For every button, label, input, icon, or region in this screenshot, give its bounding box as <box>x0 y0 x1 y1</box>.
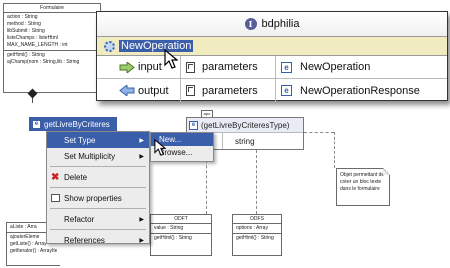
note-connector <box>334 132 335 168</box>
attribute: listeChamps : listeHtml <box>7 35 58 41</box>
attribute: value : String <box>154 225 184 231</box>
class-attributes: options : Array <box>233 224 281 234</box>
interface-popup[interactable]: I bdphilia NewOperation input parameters… <box>96 11 448 102</box>
attribute: action : String <box>7 14 38 20</box>
menu-item-show-properties[interactable]: Show properties <box>47 190 149 206</box>
menu-separator <box>50 229 146 230</box>
method: getIterator() : ArrayIterator <box>10 248 57 254</box>
menu-separator <box>50 208 146 209</box>
type-label: NewOperationResponse <box>300 84 420 97</box>
direction-label: output <box>138 84 169 97</box>
class-odfs[interactable]: ODFS options : Array getHtml() : String <box>232 214 282 256</box>
element-icon: e <box>281 85 292 96</box>
context-menu[interactable]: Set Type ▶ Set Multiplicity ▶ ✖ Delete S… <box>46 131 150 245</box>
direction-cell[interactable]: output <box>97 79 181 102</box>
popup-header: I bdphilia <box>97 12 447 36</box>
type-header-row: e (getLivreByCriteresType) <box>187 118 303 133</box>
menu-item-label: Delete <box>64 172 88 182</box>
submenu-arrow-icon: ▶ <box>139 153 144 160</box>
class-title: Formulaire <box>4 4 100 13</box>
type-cell[interactable]: e NewOperationResponse <box>276 79 447 102</box>
param-cell[interactable]: parameters <box>181 56 276 78</box>
element-name: getLivreByCriteres <box>44 119 110 129</box>
element-getlivrebycriteres[interactable]: e getLivreByCriteres <box>29 117 117 131</box>
menu-item-label: Set Multiplicity <box>64 151 116 161</box>
menu-item-refactor[interactable]: Refactor ▶ <box>47 211 149 227</box>
class-attributes: value : String <box>151 224 211 234</box>
param-label: parameters <box>202 61 258 73</box>
input-row[interactable]: input parameters e NewOperation <box>97 56 447 79</box>
connector-line <box>304 132 334 133</box>
menu-separator <box>50 187 146 188</box>
param-cell[interactable]: parameters <box>181 79 276 102</box>
element-icon: e <box>281 61 292 73</box>
menu-item-label: Set Type <box>64 135 96 145</box>
output-arrow-icon <box>119 85 135 96</box>
output-row[interactable]: output parameters e NewOperationResponse <box>97 79 447 102</box>
method: ajChamp(nom : String,lib : String <box>7 59 80 65</box>
class-formulaire[interactable]: Formulaire action : String method : Stri… <box>3 3 101 93</box>
method: getHtml() : String <box>236 235 274 241</box>
field-type: string <box>235 136 255 146</box>
direction-label: input <box>138 61 162 73</box>
menu-separator <box>50 166 146 167</box>
type-cell[interactable]: e NewOperation <box>276 56 447 78</box>
element-icon: e <box>189 120 198 130</box>
menu-item-label: References <box>64 235 105 245</box>
operation-gear-icon <box>104 40 115 52</box>
delete-icon: ✖ <box>51 171 60 183</box>
menu-item-set-type[interactable]: Set Type ▶ <box>47 132 149 148</box>
attribute: MAX_NAME_LENGTH : int <box>7 42 68 48</box>
diagram-note[interactable]: Objet permettant de créer un bloc texte … <box>336 168 390 206</box>
element-icon: e <box>32 119 41 129</box>
type-name: (getLivreByCriteresType) <box>201 120 290 130</box>
class-methods: getHtml() : String <box>233 234 281 243</box>
menu-item-label: Refactor <box>64 214 95 224</box>
class-odft[interactable]: ODFT value : String getHtml() : String <box>150 214 212 256</box>
inheritance-line <box>256 150 257 214</box>
menu-item-set-multiplicity[interactable]: Set Multiplicity ▶ <box>47 148 149 164</box>
note-text: Objet permettant de créer un bloc texte … <box>340 172 385 192</box>
class-methods: getHtml() : String <box>151 234 211 243</box>
mouse-cursor-icon <box>154 139 166 156</box>
attribute: libSubmit : String <box>7 28 45 34</box>
class-methods: getHtml() : String ajChamp(nom : String,… <box>4 51 100 67</box>
type-label: NewOperation <box>300 61 371 73</box>
attribute: method : String <box>7 21 41 27</box>
mouse-cursor-icon <box>164 49 178 69</box>
menu-item-delete[interactable]: ✖ Delete <box>47 169 149 185</box>
attribute: options : Array <box>236 225 268 231</box>
properties-icon <box>51 194 60 202</box>
method: getHtml() : String <box>154 235 192 241</box>
popup-title: bdphilia <box>261 18 300 30</box>
operation-row[interactable]: NewOperation <box>97 36 447 56</box>
field-type-cell[interactable]: string <box>223 133 303 149</box>
submenu-arrow-icon: ▶ <box>139 137 144 144</box>
input-arrow-icon <box>119 61 135 73</box>
param-label: parameters <box>202 84 258 97</box>
operation-name[interactable]: NewOperation <box>119 40 194 52</box>
class-title: ODFS <box>233 215 281 224</box>
class-attributes: action : String method : String libSubmi… <box>4 13 100 51</box>
menu-item-references[interactable]: References ▶ <box>47 232 149 248</box>
method: getHtml() : String <box>7 52 45 58</box>
interface-icon: I <box>244 18 257 30</box>
class-title: ODFT <box>151 215 211 224</box>
submenu-arrow-icon: ▶ <box>139 216 144 223</box>
message-part-icon <box>186 61 195 73</box>
submenu-arrow-icon: ▶ <box>139 237 144 244</box>
menu-item-label: Show properties <box>64 193 122 203</box>
message-part-icon <box>186 85 195 96</box>
